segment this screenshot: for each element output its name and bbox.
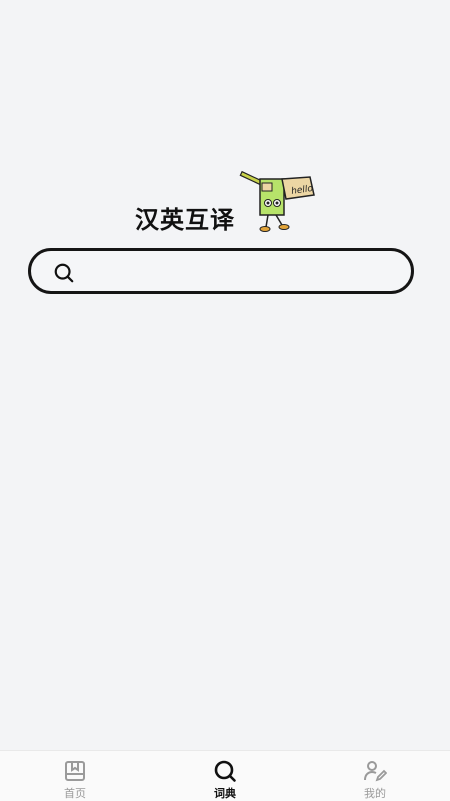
tab-profile-label: 我的 <box>364 787 386 800</box>
tab-home-label: 首页 <box>64 787 86 800</box>
search-icon <box>214 760 236 782</box>
search-bar[interactable] <box>28 248 414 294</box>
user-edit-icon <box>364 761 387 782</box>
page-title: 汉英互译 <box>135 206 235 234</box>
app-screen: 汉英互译 hello 首页 词典 我的 <box>0 0 450 801</box>
mascot-illustration: hello <box>239 170 315 232</box>
hero-banner: 汉英互译 hello <box>130 165 330 235</box>
tab-profile[interactable]: 我的 <box>300 751 450 801</box>
tab-home[interactable]: 首页 <box>0 751 150 801</box>
search-input[interactable] <box>89 259 403 287</box>
tab-dictionary[interactable]: 词典 <box>150 751 300 801</box>
bottom-tab-bar: 首页 词典 我的 <box>0 750 450 801</box>
tab-dictionary-label: 词典 <box>214 787 236 800</box>
search-icon <box>54 263 74 283</box>
bookmark-box-icon <box>65 761 85 781</box>
